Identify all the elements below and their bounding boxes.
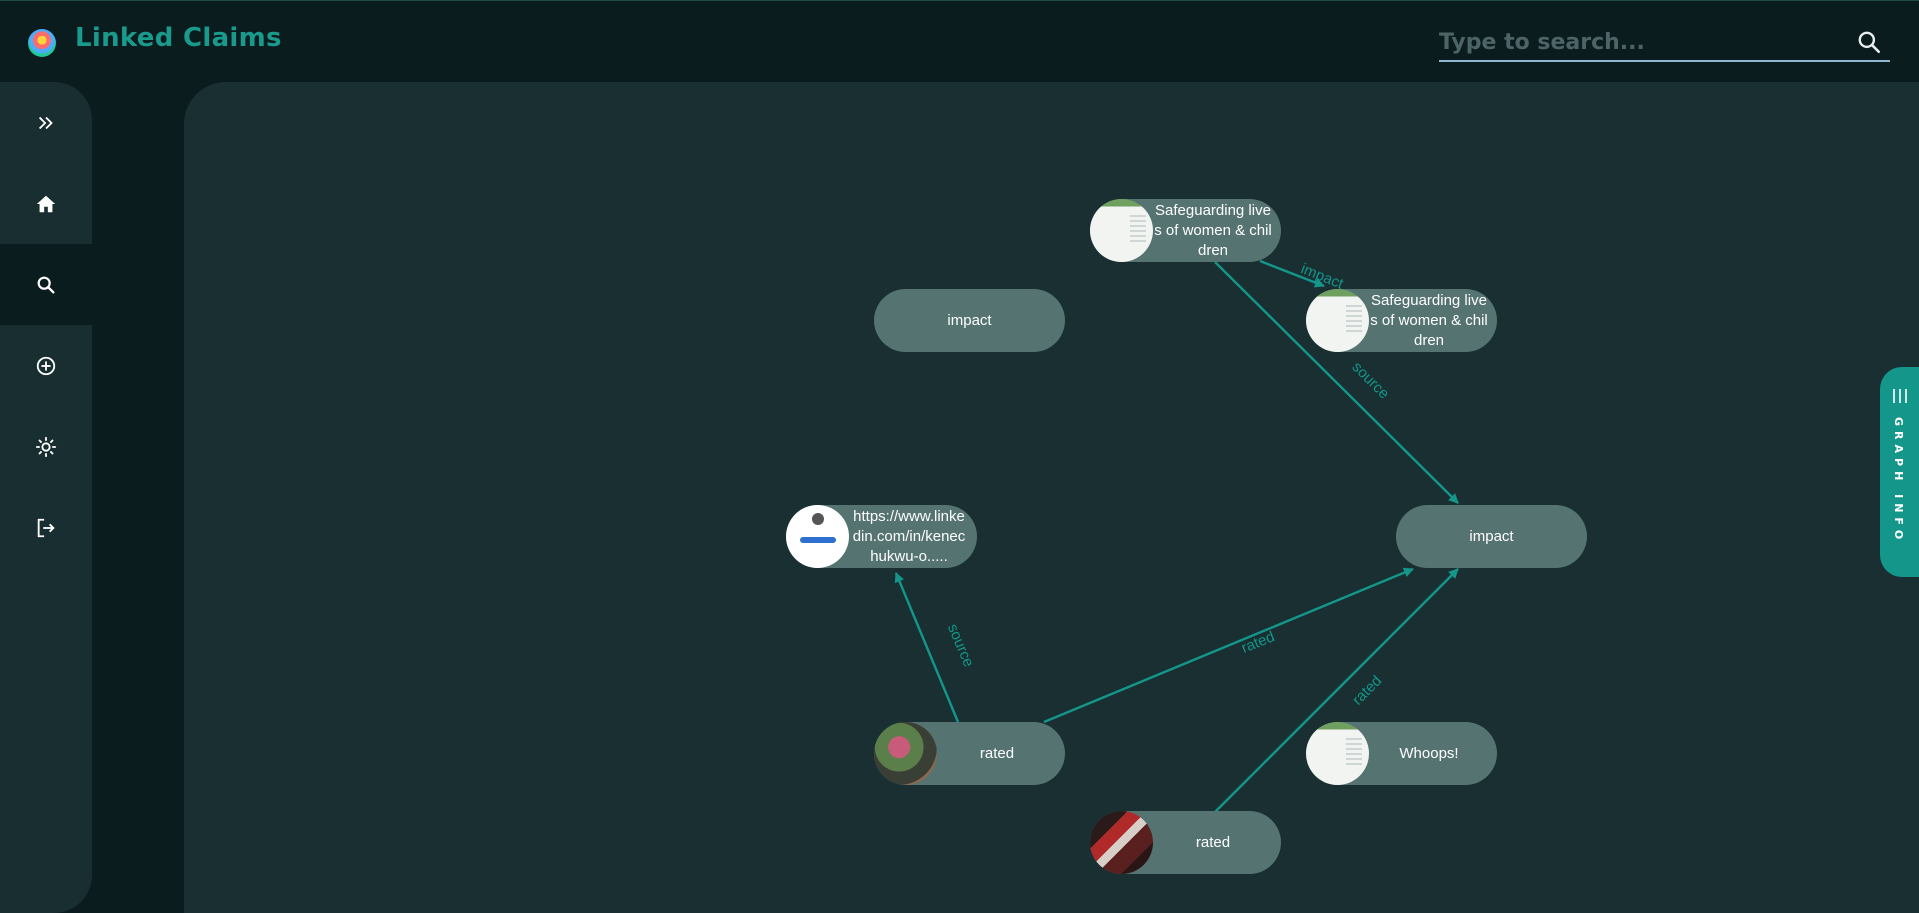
sidebar-item-home[interactable] (0, 163, 92, 244)
sun-icon (35, 436, 57, 457)
node-label: https://www.linkedin.com/in/kenechukwu-o… (852, 507, 966, 565)
graph-node[interactable]: impact (1396, 505, 1587, 568)
graph-canvas[interactable]: impact source source rated rated Safegua… (184, 82, 1919, 913)
graph-node[interactable]: impact (874, 289, 1065, 352)
graph-info-label: GRAPH INFO (1892, 417, 1905, 545)
app-title[interactable]: Linked Claims (75, 23, 282, 53)
graph-node[interactable]: https://www.linkedin.com/in/kenechukwu-o… (786, 505, 977, 568)
sidebar (0, 82, 92, 913)
graph-edges (894, 259, 1459, 813)
graph-node[interactable]: rated (1090, 811, 1281, 874)
graph-node[interactable]: Safeguarding lives of women & children (1090, 199, 1281, 262)
home-icon (36, 195, 56, 212)
graph-node[interactable]: Safeguarding lives of women & children (1306, 289, 1497, 352)
sidebar-item-search[interactable] (0, 244, 92, 325)
document-thumbnail-icon (1306, 722, 1369, 785)
graph-edge[interactable] (894, 572, 960, 723)
graph-node[interactable]: Whoops! (1306, 722, 1497, 785)
search-icon[interactable] (1856, 29, 1882, 55)
search-input[interactable] (1439, 25, 1839, 59)
app-logo-icon[interactable] (28, 29, 56, 57)
node-label: Safeguarding lives of women & children (1154, 201, 1272, 259)
node-label: impact (947, 311, 992, 329)
menu-icon (1893, 389, 1907, 403)
logout-icon (37, 518, 55, 537)
double-chevron-right-icon (38, 116, 53, 129)
graph-info-tab[interactable]: GRAPH INFO (1880, 367, 1919, 577)
profile-thumbnail-icon (786, 505, 849, 568)
sidebar-item-theme[interactable] (0, 406, 92, 487)
photo-thumbnail-icon (1090, 811, 1153, 874)
plus-circle-icon (36, 356, 56, 375)
search-icon (37, 276, 55, 294)
node-label: rated (979, 744, 1015, 762)
search-bar (1439, 23, 1890, 62)
sidebar-item-add[interactable] (0, 325, 92, 406)
node-label: Safeguarding lives of women & children (1370, 291, 1488, 349)
document-thumbnail-icon (1306, 289, 1369, 352)
node-label: rated (1195, 833, 1231, 851)
graph-node[interactable]: rated (874, 722, 1065, 785)
node-label: Whoops! (1399, 744, 1459, 762)
top-bar: Linked Claims (0, 0, 1919, 81)
photo-thumbnail-icon (874, 722, 937, 785)
sidebar-item-logout[interactable] (0, 487, 92, 568)
sidebar-item-expand[interactable] (0, 82, 92, 163)
document-thumbnail-icon (1090, 199, 1153, 262)
node-label: impact (1469, 527, 1514, 545)
